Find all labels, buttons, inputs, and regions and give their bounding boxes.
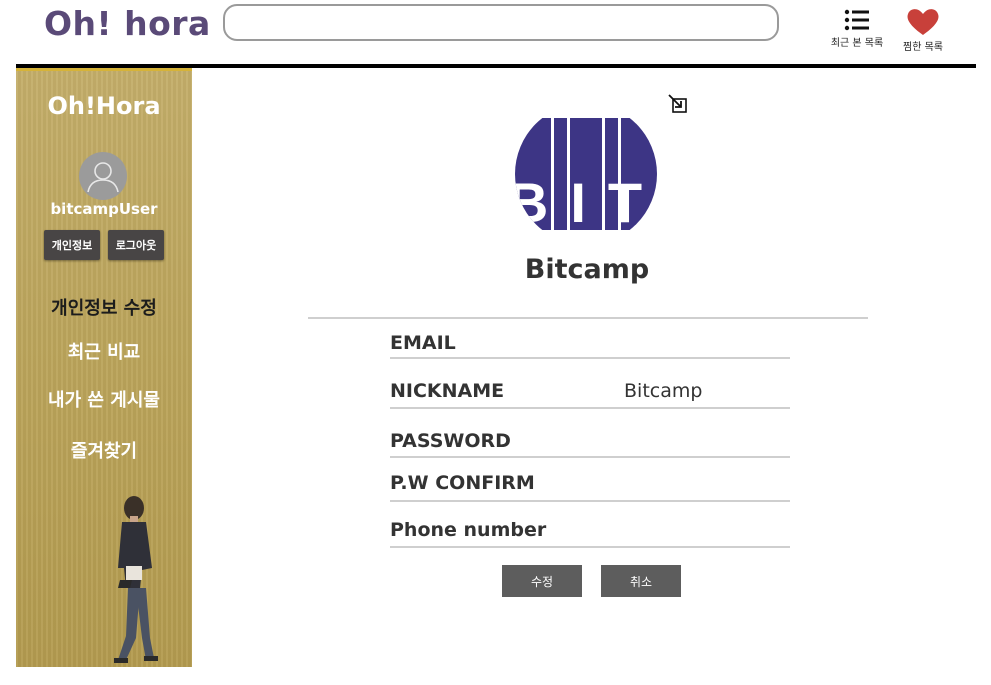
header: Oh! hora 최근 본 목록 찜한 목록 [0,0,991,68]
nickname-field: NICKNAME [390,378,790,409]
email-label: EMAIL [390,332,456,354]
phone-label: Phone number [390,519,547,541]
password-input[interactable] [624,430,784,452]
recent-list-button[interactable]: 최근 본 목록 [822,8,892,49]
main-content: BIT Bitcamp EMAIL NICKNAME PASSWORD P.W … [192,68,982,668]
password-confirm-field: P.W CONFIRM [390,470,790,502]
sidebar-title: Oh!Hora [47,92,161,120]
email-input[interactable] [624,332,784,354]
menu-item-edit-profile[interactable]: 개인정보 수정 [16,294,192,320]
password-confirm-label: P.W CONFIRM [390,472,535,494]
heart-icon [907,9,939,35]
logout-button[interactable]: 로그아웃 [108,230,164,260]
list-icon [844,9,869,31]
nickname-input[interactable] [624,380,784,402]
phone-input[interactable] [624,519,784,541]
site-logo[interactable]: Oh! hora [44,4,211,43]
password-label: PASSWORD [390,430,511,452]
wishlist-label: 찜한 목록 [903,42,943,53]
personal-info-button[interactable]: 개인정보 [44,230,100,260]
phone-field: Phone number [390,517,790,548]
search-input[interactable] [223,4,779,41]
menu-item-my-posts[interactable]: 내가 쓴 게시물 [16,386,192,412]
resize-icon[interactable] [667,93,689,115]
avatar [79,152,127,200]
sidebar-top-border [16,68,192,71]
save-button[interactable]: 수정 [502,565,582,597]
username: bitcampUser [50,200,158,218]
email-field: EMAIL [390,332,790,359]
menu-item-favorites[interactable]: 즐겨찾기 [16,437,192,463]
user-silhouette-icon [87,162,119,193]
bit-logo-text: BIT [515,171,657,230]
wishlist-button[interactable]: 찜한 목록 [888,8,958,53]
profile-name: Bitcamp [524,254,650,285]
section-divider [308,317,868,319]
cancel-button[interactable]: 취소 [601,565,681,597]
walking-woman-illustration [114,496,158,663]
password-field: PASSWORD [390,428,790,458]
nickname-label: NICKNAME [390,380,505,402]
menu-item-recent-compare[interactable]: 최근 비교 [16,338,192,364]
bit-logo: BIT [515,118,657,230]
recent-list-label: 최근 본 목록 [830,38,884,49]
password-confirm-input[interactable] [624,472,784,494]
sidebar: Oh!Hora bitcampUser 개인정보 로그아웃 개인정보 수정 최근… [16,68,192,667]
